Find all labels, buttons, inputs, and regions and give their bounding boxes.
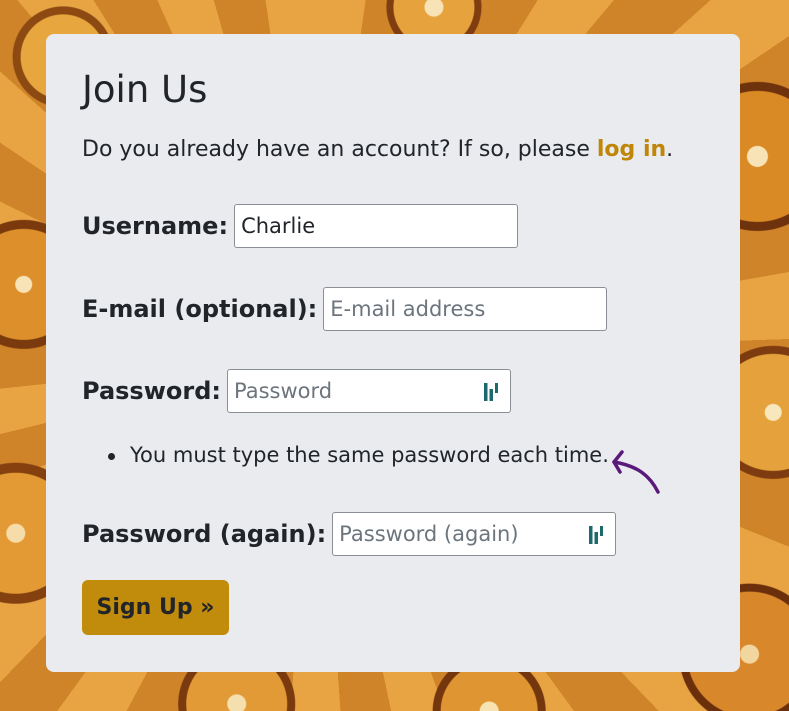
password-manager-icon[interactable] (482, 381, 500, 403)
username-input[interactable] (235, 205, 518, 247)
login-prompt: Do you already have an account? If so, p… (82, 135, 673, 165)
password-hints: You must type the same password each tim… (108, 440, 609, 470)
email-label: E-mail (optional): (82, 295, 318, 323)
password-again-input[interactable] (333, 513, 616, 555)
password-again-row: Password (again): (82, 511, 617, 557)
password-row: Password: (82, 368, 511, 414)
username-label: Username: (82, 212, 229, 240)
email-input[interactable] (324, 288, 607, 330)
page-title: Join Us (82, 68, 208, 111)
sign-up-button[interactable]: Sign Up » (82, 580, 229, 635)
password-field-box (226, 369, 511, 413)
username-field-box (234, 204, 519, 248)
signup-card: Join Us Do you already have an account? … (46, 34, 740, 672)
password-hint-item: You must type the same password each tim… (108, 440, 609, 470)
email-field-box (323, 287, 608, 331)
login-link[interactable]: log in (597, 137, 666, 162)
login-prompt-period: . (666, 137, 674, 162)
curved-arrow-icon (612, 450, 660, 494)
password-input[interactable] (227, 370, 510, 412)
login-prompt-text: Do you already have an account? If so, p… (82, 137, 597, 162)
password-again-label: Password (again): (82, 520, 327, 548)
password-again-field-box (332, 512, 617, 556)
password-manager-icon[interactable] (587, 524, 605, 546)
email-row: E-mail (optional): (82, 286, 608, 332)
username-row: Username: (82, 203, 519, 249)
password-label: Password: (82, 377, 221, 405)
